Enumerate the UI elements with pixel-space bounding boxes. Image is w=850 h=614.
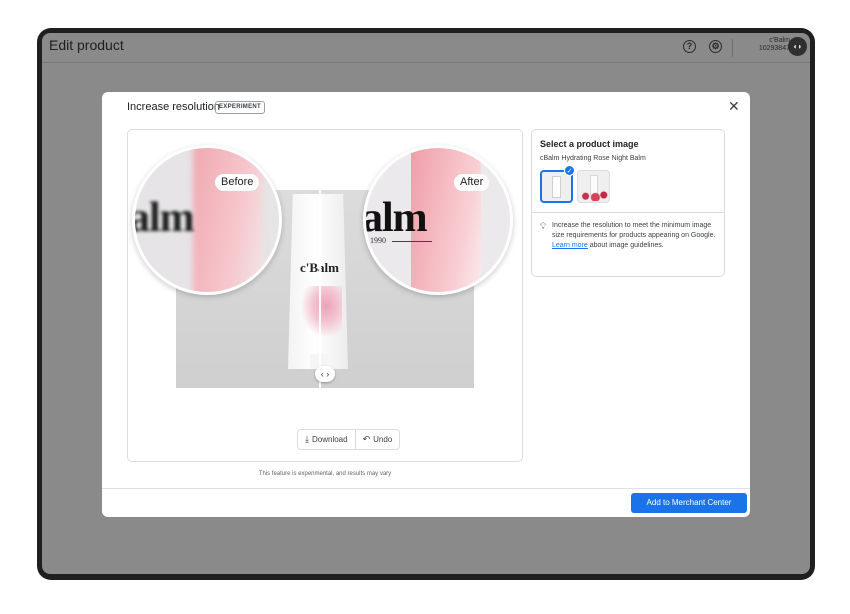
page-title: Edit product xyxy=(49,37,124,53)
undo-button[interactable]: ↶ Undo xyxy=(354,430,400,449)
thumb-tube-image xyxy=(552,176,561,198)
chevron-left-right-icon: ‹ › xyxy=(320,369,330,379)
gear-icon[interactable]: ⚙ xyxy=(709,40,722,53)
download-label: Download xyxy=(311,435,348,444)
undo-label: Undo xyxy=(373,435,393,444)
selected-check-icon: ✓ xyxy=(564,165,575,176)
dialog-footer-divider xyxy=(102,488,750,489)
image-comparison-preview: c'Balm ‹ › alm Before alm 1990 After ⤓ D… xyxy=(127,129,523,462)
product-name: cBalm Hydrating Rose Night Balm xyxy=(540,155,646,162)
account-id: 10293847 xyxy=(758,45,790,52)
tip-text-start: Increase the resolution to meet the mini… xyxy=(552,222,716,239)
before-zoom-text: alm xyxy=(132,195,195,241)
image-selection-panel: Select a product image cBalm Hydrating R… xyxy=(531,129,725,277)
after-magnifier: alm 1990 After xyxy=(363,145,513,295)
tip-text-end: about image guidelines. xyxy=(589,242,664,249)
app-header: Edit product ? ⚙ c'Balm 10293847 ◖◗ xyxy=(42,33,810,63)
after-rule-line xyxy=(392,241,432,242)
preview-actions: ⤓ Download ↶ Undo xyxy=(297,429,401,450)
tube-pink-blot xyxy=(302,286,342,336)
header-divider xyxy=(732,39,733,57)
lightbulb-icon: 💡︎ xyxy=(540,221,547,231)
after-zoom-text: alm xyxy=(363,195,428,241)
comparison-split-line[interactable] xyxy=(319,190,321,388)
increase-resolution-dialog: Increase resolution EXPERIMENT ✕ c'Balm … xyxy=(102,92,750,517)
before-magnifier: alm Before xyxy=(132,145,282,295)
avatar[interactable]: ◖◗ xyxy=(788,37,807,56)
resolution-tip: Increase the resolution to meet the mini… xyxy=(552,221,722,251)
experiment-badge: EXPERIMENT xyxy=(215,101,266,114)
product-image-thumb-2[interactable] xyxy=(577,170,610,203)
after-year-text: 1990 xyxy=(370,236,386,245)
product-tube-image: c'Balm xyxy=(288,194,348,369)
download-button[interactable]: ⤓ Download xyxy=(298,430,355,449)
download-icon: ⤓ xyxy=(305,434,309,444)
before-label: Before xyxy=(215,174,260,191)
panel-divider xyxy=(532,212,724,213)
after-label: After xyxy=(454,174,490,191)
dialog-title: Increase resolution xyxy=(127,101,220,113)
experimental-disclaimer: This feature is experimental, and result… xyxy=(258,471,392,477)
learn-more-link[interactable]: Learn more xyxy=(552,242,588,249)
undo-icon: ↶ xyxy=(362,434,371,444)
close-icon[interactable]: ✕ xyxy=(728,98,740,115)
before-pink-area xyxy=(193,148,263,292)
account-info: c'Balm 10293847 xyxy=(742,37,790,53)
add-to-merchant-center-button[interactable]: Add to Merchant Center xyxy=(631,493,747,513)
thumb-petals-image xyxy=(580,189,608,201)
help-icon[interactable]: ? xyxy=(683,40,696,53)
select-image-title: Select a product image xyxy=(540,139,639,149)
comparison-slider-handle[interactable]: ‹ › xyxy=(315,366,335,382)
account-name: c'Balm xyxy=(769,37,790,44)
